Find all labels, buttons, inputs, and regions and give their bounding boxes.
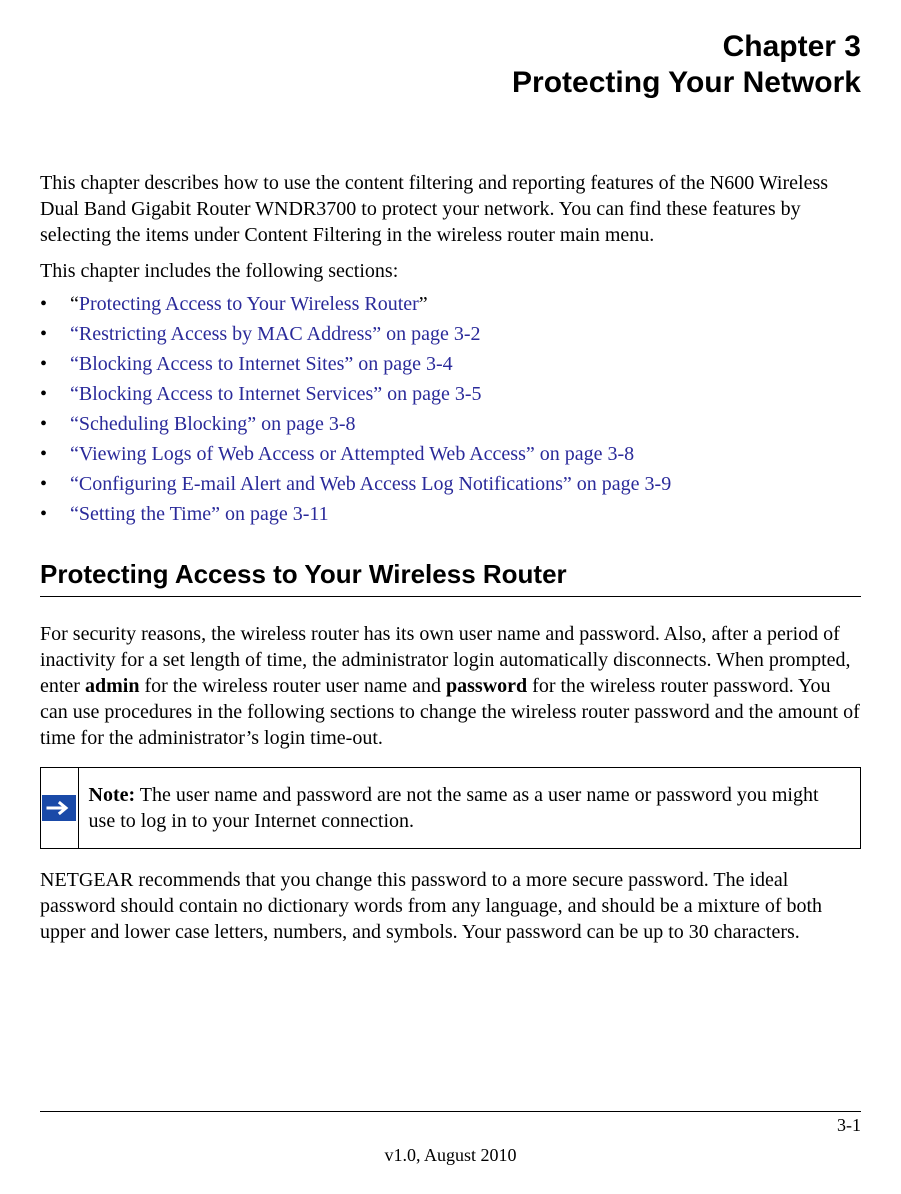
bullet-icon: •: [40, 499, 70, 529]
toc-link[interactable]: “Blocking Access to Internet Services” o…: [70, 383, 482, 405]
toc-link[interactable]: “Setting the Time” on page 3-11: [70, 503, 329, 525]
arrow-icon: [42, 795, 76, 821]
toc-item: • “Protecting Access to Your Wireless Ro…: [40, 289, 861, 319]
toc-item: • “Setting the Time” on page 3-11: [40, 499, 861, 529]
body1-text2: for the wireless router user name and: [139, 675, 446, 697]
toc-link[interactable]: “Restricting Access by MAC Address” on p…: [70, 323, 480, 345]
toc-text: “Blocking Access to Internet Services” o…: [70, 379, 482, 409]
toc-text: “Protecting Access to Your Wireless Rout…: [70, 289, 428, 319]
toc-link[interactable]: “Scheduling Blocking” on page 3-8: [70, 413, 356, 435]
bullet-icon: •: [40, 319, 70, 349]
toc-item: • “Scheduling Blocking” on page 3-8: [40, 409, 861, 439]
bullet-icon: •: [40, 289, 70, 319]
toc-text: “Restricting Access by MAC Address” on p…: [70, 319, 480, 349]
toc-link[interactable]: “Blocking Access to Internet Sites” on p…: [70, 353, 453, 375]
note-text-cell: Note: The user name and password are not…: [79, 768, 860, 848]
toc-text: “Configuring E-mail Alert and Web Access…: [70, 469, 671, 499]
toc-text: “Viewing Logs of Web Access or Attempted…: [70, 439, 634, 469]
toc-list: • “Protecting Access to Your Wireless Ro…: [40, 289, 861, 529]
bullet-icon: •: [40, 349, 70, 379]
toc-item: • “Restricting Access by MAC Address” on…: [40, 319, 861, 349]
sections-intro-text: This chapter includes the following sect…: [40, 260, 861, 283]
toc-text: “Setting the Time” on page 3-11: [70, 499, 329, 529]
section-rule: [40, 596, 861, 597]
toc-item: • “Blocking Access to Internet Sites” on…: [40, 349, 861, 379]
chapter-title: Protecting Your Network: [40, 66, 861, 100]
toc-link[interactable]: Protecting Access to Your Wireless Route…: [79, 293, 419, 315]
toc-link[interactable]: “Viewing Logs of Web Access or Attempted…: [70, 443, 634, 465]
note-label: Note:: [89, 784, 136, 806]
toc-item: • “Blocking Access to Internet Services”…: [40, 379, 861, 409]
bullet-icon: •: [40, 409, 70, 439]
toc-quote-close: ”: [419, 293, 428, 315]
chapter-number: Chapter 3: [40, 30, 861, 64]
page-number: 3-1: [837, 1115, 861, 1136]
note-icon-cell: [41, 768, 79, 848]
toc-quote-open: “: [70, 293, 79, 315]
bullet-icon: •: [40, 379, 70, 409]
intro-paragraph: This chapter describes how to use the co…: [40, 170, 861, 248]
body-paragraph-2: NETGEAR recommends that you change this …: [40, 867, 861, 945]
toc-link[interactable]: “Configuring E-mail Alert and Web Access…: [70, 473, 671, 495]
bullet-icon: •: [40, 439, 70, 469]
toc-item: • “Viewing Logs of Web Access or Attempt…: [40, 439, 861, 469]
toc-text: “Blocking Access to Internet Sites” on p…: [70, 349, 453, 379]
toc-text: “Scheduling Blocking” on page 3-8: [70, 409, 356, 439]
toc-item: • “Configuring E-mail Alert and Web Acce…: [40, 469, 861, 499]
note-text: The user name and password are not the s…: [89, 784, 819, 832]
section-heading: Protecting Access to Your Wireless Route…: [40, 559, 861, 590]
body1-bold1: admin: [85, 675, 139, 697]
chapter-header: Chapter 3 Protecting Your Network: [40, 30, 861, 100]
body1-bold2: password: [446, 675, 527, 697]
footer-version: v1.0, August 2010: [0, 1145, 901, 1166]
bullet-icon: •: [40, 469, 70, 499]
footer-rule: [40, 1111, 861, 1112]
note-box: Note: The user name and password are not…: [40, 767, 861, 849]
body-paragraph-1: For security reasons, the wireless route…: [40, 621, 861, 751]
